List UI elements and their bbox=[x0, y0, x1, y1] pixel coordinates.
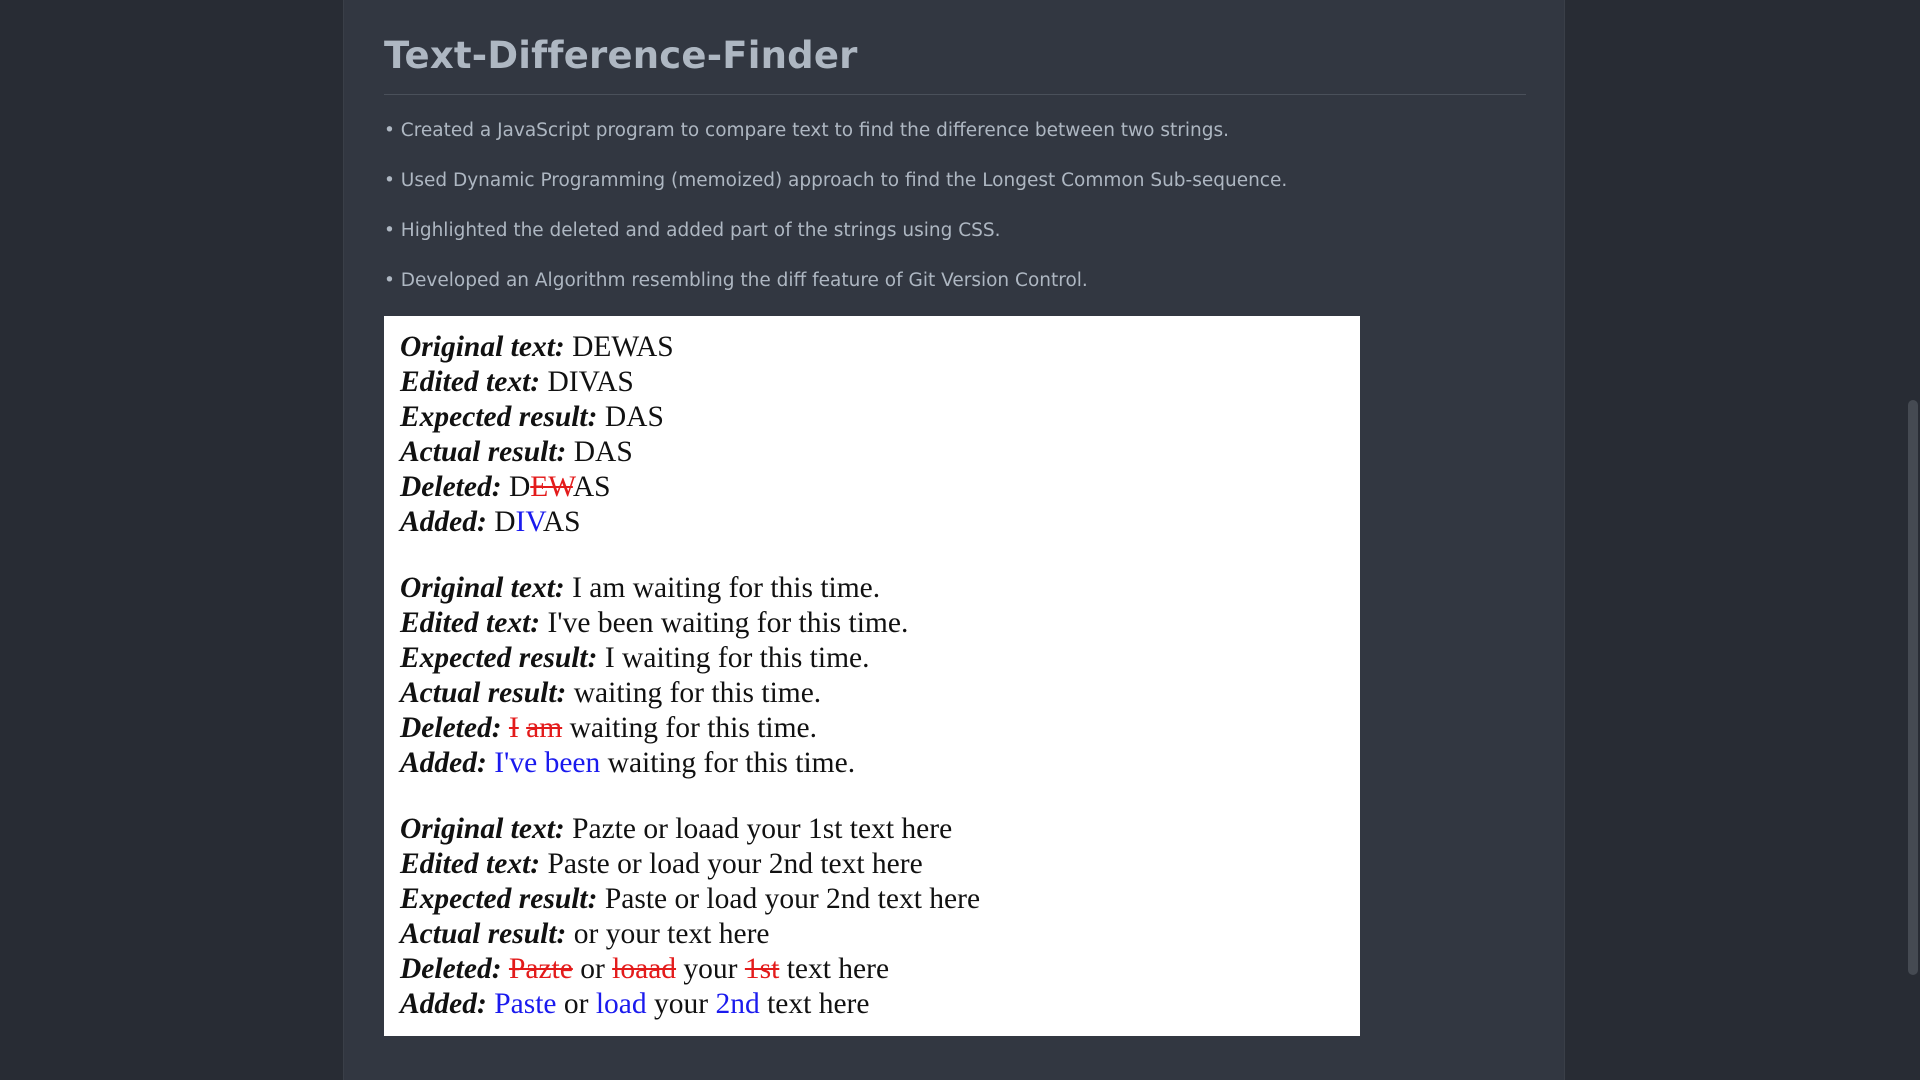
expected-result-label: Expected result: bbox=[400, 883, 598, 915]
deleted-line: Deleted: I am waiting for this time. bbox=[400, 711, 1360, 746]
added-line: Added: I've been waiting for this time. bbox=[400, 746, 1360, 781]
edited-text-value: I've been waiting for this time. bbox=[540, 607, 909, 639]
original-text-line: Original text: DEWAS bbox=[400, 330, 1360, 365]
added-line: Added: DIVAS bbox=[400, 505, 1360, 540]
deleted-chunk: I bbox=[508, 712, 519, 744]
deleted-segments: DEWAS bbox=[502, 471, 611, 503]
original-text-value: I am waiting for this time. bbox=[564, 572, 881, 604]
unchanged-chunk: AS bbox=[542, 506, 581, 538]
edited-text-value: DIVAS bbox=[540, 366, 634, 398]
deleted-chunk: am bbox=[526, 712, 563, 744]
diff-example: Original text: I am waiting for this tim… bbox=[400, 571, 1360, 781]
unchanged-chunk: or bbox=[572, 953, 613, 985]
feature-item: • Created a JavaScript program to compar… bbox=[384, 120, 1230, 141]
added-chunk: load bbox=[595, 988, 647, 1020]
original-text-line: Original text: I am waiting for this tim… bbox=[400, 571, 1360, 606]
expected-result-value: I waiting for this time. bbox=[597, 642, 870, 674]
edited-text-line: Edited text: DIVAS bbox=[400, 365, 1360, 400]
unchanged-chunk: or bbox=[556, 988, 596, 1020]
added-chunk: IV bbox=[515, 506, 543, 538]
unchanged-chunk: waiting for this time. bbox=[600, 747, 856, 779]
original-text-label: Original text: bbox=[400, 572, 565, 604]
actual-result-label: Actual result: bbox=[400, 677, 567, 709]
feature-item: • Developed an Algorithm resembling the … bbox=[384, 270, 1088, 291]
feature-item: • Used Dynamic Programming (memoized) ap… bbox=[384, 170, 1288, 191]
actual-result-label: Actual result: bbox=[400, 918, 567, 950]
actual-result-line: Actual result: waiting for this time. bbox=[400, 676, 1360, 711]
edited-text-line: Edited text: Paste or load your 2nd text… bbox=[400, 847, 1360, 882]
deleted-chunk: loaad bbox=[612, 953, 677, 985]
expected-result-label: Expected result: bbox=[400, 642, 598, 674]
edited-text-label: Edited text: bbox=[400, 366, 541, 398]
expected-result-line: Expected result: I waiting for this time… bbox=[400, 641, 1360, 676]
original-text-value: Pazte or loaad your 1st text here bbox=[564, 813, 953, 845]
added-chunk: 2nd bbox=[715, 988, 760, 1020]
actual-result-value: waiting for this time. bbox=[566, 677, 822, 709]
edited-text-line: Edited text: I've been waiting for this … bbox=[400, 606, 1360, 641]
unchanged-chunk: waiting for this time. bbox=[562, 712, 817, 744]
added-segments: I've been waiting for this time. bbox=[487, 747, 855, 779]
unchanged-chunk: text here bbox=[759, 988, 870, 1020]
unchanged-chunk: D bbox=[486, 506, 516, 538]
original-text-line: Original text: Pazte or loaad your 1st t… bbox=[400, 812, 1360, 847]
added-chunk: I've been bbox=[494, 747, 601, 779]
edited-text-value: Paste or load your 2nd text here bbox=[540, 848, 923, 880]
unchanged-chunk bbox=[502, 712, 509, 744]
added-label: Added: bbox=[400, 506, 487, 538]
unchanged-chunk bbox=[502, 953, 509, 985]
actual-result-value: DAS bbox=[566, 436, 633, 468]
deleted-segments: I am waiting for this time. bbox=[502, 712, 817, 744]
expected-result-label: Expected result: bbox=[400, 401, 598, 433]
actual-result-label: Actual result: bbox=[400, 436, 567, 468]
deleted-chunk: EW bbox=[530, 471, 573, 503]
expected-result-value: Paste or load your 2nd text here bbox=[597, 883, 981, 915]
deleted-line: Deleted: DEWAS bbox=[400, 470, 1360, 505]
diff-output-screenshot: Original text: DEWAS Edited text: DIVAS … bbox=[384, 316, 1360, 1036]
diff-example: Original text: DEWAS Edited text: DIVAS … bbox=[400, 330, 1360, 540]
deleted-label: Deleted: bbox=[400, 953, 502, 985]
expected-result-line: Expected result: DAS bbox=[400, 400, 1360, 435]
diff-example: Original text: Pazte or loaad your 1st t… bbox=[400, 812, 1360, 1022]
edited-text-label: Edited text: bbox=[400, 848, 541, 880]
page-title: Text-Difference-Finder bbox=[384, 34, 858, 77]
deleted-label: Deleted: bbox=[400, 471, 502, 503]
added-chunk: Paste bbox=[494, 988, 557, 1020]
deleted-chunk: 1st bbox=[744, 953, 780, 985]
feature-list: • Created a JavaScript program to compar… bbox=[384, 116, 1287, 316]
added-label: Added: bbox=[400, 747, 487, 779]
added-line: Added: Paste or load your 2nd text here bbox=[400, 987, 1360, 1022]
actual-result-line: Actual result: DAS bbox=[400, 435, 1360, 470]
original-text-label: Original text: bbox=[400, 813, 565, 845]
unchanged-chunk: text here bbox=[779, 953, 890, 985]
unchanged-chunk: your bbox=[676, 953, 745, 985]
unchanged-chunk: D bbox=[501, 471, 531, 503]
added-segments: DIVAS bbox=[486, 506, 581, 538]
original-text-value: DEWAS bbox=[564, 331, 674, 363]
edited-text-label: Edited text: bbox=[400, 607, 541, 639]
deleted-label: Deleted: bbox=[400, 712, 502, 744]
scrollbar-thumb[interactable] bbox=[1908, 400, 1918, 975]
deleted-segments: Pazte or loaad your 1st text here bbox=[502, 953, 890, 985]
expected-result-value: DAS bbox=[597, 401, 664, 433]
actual-result-line: Actual result: or your text here bbox=[400, 917, 1360, 952]
deleted-line: Deleted: Pazte or loaad your 1st text he… bbox=[400, 952, 1360, 987]
page-scrollbar[interactable] bbox=[1906, 0, 1920, 1080]
added-label: Added: bbox=[400, 988, 487, 1020]
unchanged-chunk: AS bbox=[572, 471, 611, 503]
readme-panel: Text-Difference-Finder • Created a JavaS… bbox=[343, 0, 1565, 1080]
title-divider bbox=[384, 94, 1526, 95]
actual-result-value: or your text here bbox=[566, 918, 770, 950]
unchanged-chunk: your bbox=[646, 988, 716, 1020]
added-segments: Paste or load your 2nd text here bbox=[487, 988, 870, 1020]
expected-result-line: Expected result: Paste or load your 2nd … bbox=[400, 882, 1360, 917]
deleted-chunk: Pazte bbox=[508, 953, 573, 985]
feature-item: • Highlighted the deleted and added part… bbox=[384, 220, 1001, 241]
original-text-label: Original text: bbox=[400, 331, 565, 363]
